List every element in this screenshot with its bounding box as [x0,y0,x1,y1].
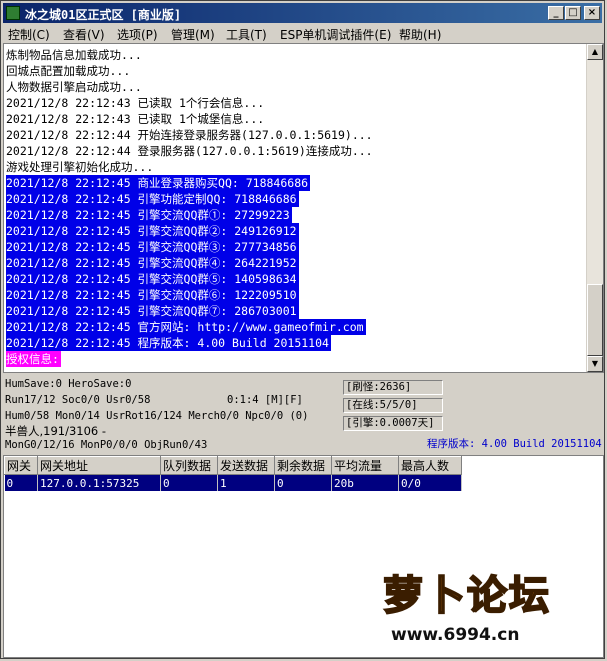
scroll-down-arrow-icon[interactable]: ▼ [587,356,603,372]
window-title: 冰之城01区正式区 [商业版] [25,8,182,22]
log-line: 2021/12/8 22:12:45 引擎交流QQ群③: 277734856 [6,239,299,255]
maximize-button[interactable]: □ [565,6,581,20]
table-cell: 0 [160,474,218,491]
log-line: 回城点配置加载成功... [6,64,131,78]
log-line: 2021/12/8 22:12:45 引擎交流QQ群⑥: 122209510 [6,287,299,303]
online-panel: [在线:5/5/0] [343,398,443,413]
log-line: 2021/12/8 22:12:45 商业登录器购买QQ: 718846686 [6,175,311,191]
run-status: Run17/12 Soc0/0 Usr0/58 [5,394,151,406]
column-header[interactable]: 发送数据 [217,456,275,475]
log-line: 炼制物品信息加载成功... [6,48,142,62]
log-line: 2021/12/8 22:12:44 登录服务器(127.0.0.1:5619)… [6,144,373,158]
column-header[interactable]: 队列数据 [160,456,218,475]
log-line: 人物数据引擎启动成功... [6,80,142,94]
watermark-logo-text: 萝卜论坛 [382,572,551,620]
log-line: 2021/12/8 22:12:45 引擎交流QQ群①: 27299223 [6,207,292,223]
log-line: 2021/12/8 22:12:43 已读取 1个城堡信息... [6,112,265,126]
app-icon [6,6,20,20]
monster-status: 半兽人,191/3106 - [5,424,107,438]
log-line: 2021/12/8 22:12:45 引擎交流QQ群②: 249126912 [6,223,299,239]
table-cell: 0 [4,474,38,491]
table-cell: 127.0.0.1:57325 [37,474,161,491]
menu-control[interactable]: 控制(C) [8,26,50,43]
scroll-thumb[interactable] [587,284,603,356]
status-panel: HumSave:0 HeroSave:0 Run17/12 Soc0/0 Usr… [3,375,604,455]
menu-help[interactable]: 帮助(H) [399,26,441,43]
log-line: 2021/12/8 22:12:45 官方网站: http://www.game… [6,319,366,335]
watermark-url: www.6994.cn [391,625,520,645]
column-header[interactable]: 网关地址 [37,456,161,475]
menu-tools[interactable]: 工具(T) [226,26,267,43]
table-cell: 20b [331,474,399,491]
menu-view[interactable]: 查看(V) [63,26,105,43]
log-line: 2021/12/8 22:12:43 已读取 1个行会信息... [6,96,265,110]
menu-options[interactable]: 选项(P) [117,26,158,43]
minimize-button[interactable]: _ [548,6,564,20]
engine-panel: [引擎:0.0007天] [343,416,443,431]
table-cell: 1 [217,474,275,491]
column-header[interactable]: 剩余数据 [274,456,332,475]
menu-esp-plugin[interactable]: ESP单机调试插件(E) [280,26,391,43]
table-cell: 0 [274,474,332,491]
monster-gen-status: MonG0/12/16 MonP0/0/0 ObjRun0/43 [5,439,208,451]
column-header[interactable]: 最高人数 [398,456,462,475]
log-line: 2021/12/8 22:12:45 引擎交流QQ群⑤: 140598634 [6,271,299,287]
save-status: HumSave:0 HeroSave:0 [5,378,132,390]
menu-manage[interactable]: 管理(M) [171,26,215,43]
log-line: 2021/12/8 22:12:45 引擎交流QQ群⑦: 286703001 [6,303,299,319]
log-line: 2021/12/8 22:12:44 开始连接登录服务器(127.0.0.1:5… [6,128,373,142]
log-line: 2021/12/8 22:12:45 程序版本: 4.00 Build 2015… [6,335,331,351]
close-button[interactable]: × [584,6,600,20]
log-textarea[interactable]: 炼制物品信息加载成功... 回城点配置加载成功... 人物数据引擎启动成功... 20… [3,43,604,373]
log-line: 2021/12/8 22:12:45 引擎功能定制QQ: 718846686 [6,191,299,207]
watermark-logo: 萝卜论坛 www.6994.cn [361,561,601,657]
table-row[interactable]: 0 127.0.0.1:57325 0 1 0 20b 0/0 [4,474,462,491]
log-vertical-scrollbar[interactable]: ▲ ▼ [586,44,603,372]
title-bar[interactable]: 冰之城01区正式区 [商业版] _ □ × [3,3,602,23]
log-line: 2021/12/8 22:12:45 引擎交流QQ群④: 264221952 [6,255,299,271]
column-header[interactable]: 平均流量 [331,456,399,475]
runtime-status: 0:1:4 [M][F] [227,394,303,406]
log-line: 游戏处理引擎初始化成功... [6,160,154,174]
column-header[interactable]: 网关 [4,456,38,475]
table-header-row: 网关 网关地址 队列数据 发送数据 剩余数据 平均流量 最高人数 [4,456,462,475]
menu-bar: 控制(C) 查看(V) 选项(P) 管理(M) 工具(T) ESP单机调试插件(… [3,24,602,42]
object-status: Hum0/58 Mon0/14 UsrRot16/124 Merch0/0 Np… [5,410,309,422]
refresh-panel: [刷怪:2636] [343,380,443,395]
table-cell: 0/0 [398,474,462,491]
main-window: 冰之城01区正式区 [商业版] _ □ × 控制(C) 查看(V) 选项(P) … [0,0,605,659]
scroll-up-arrow-icon[interactable]: ▲ [587,44,603,60]
version-label: 程序版本: 4.00 Build 20151104 [427,438,602,450]
log-line: 授权信息: [6,351,61,367]
